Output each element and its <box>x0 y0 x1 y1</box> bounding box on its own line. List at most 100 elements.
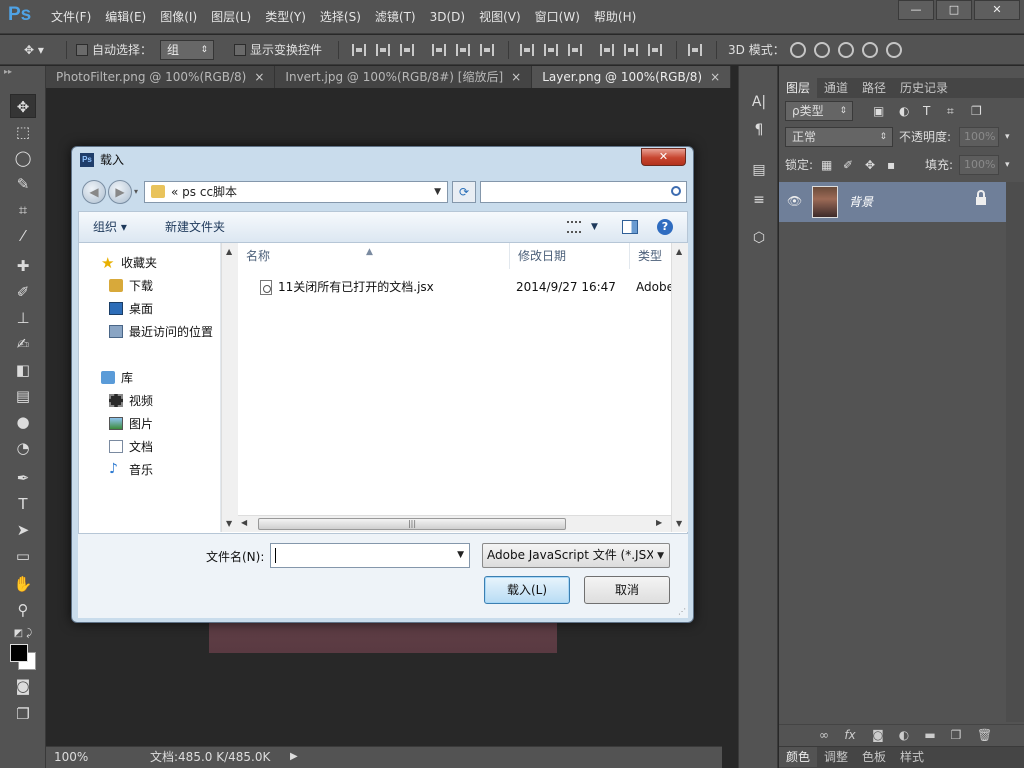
file-type-select[interactable]: Adobe JavaScript 文件 (*.JSX ▼ <box>482 543 670 568</box>
column-header-name[interactable]: 名称 ▲ <box>238 243 510 269</box>
menu-edit[interactable]: 编辑(E) <box>98 0 153 34</box>
3d-rotate-icon[interactable] <box>790 42 806 58</box>
screen-mode-icon[interactable]: ❐ <box>10 702 36 726</box>
quick-mask-icon[interactable]: ◙ <box>10 674 36 698</box>
refresh-button[interactable]: ⟳ <box>452 181 476 203</box>
nav-item-documents[interactable]: 文档 <box>109 437 153 457</box>
menu-file[interactable]: 文件(F) <box>44 0 98 34</box>
visibility-eye-icon[interactable]: 👁 <box>787 194 802 208</box>
layer-filter-kind-select[interactable]: ρ类型 ⇕ <box>785 101 853 121</box>
menu-help[interactable]: 帮助(H) <box>587 0 643 34</box>
filter-type-icon[interactable]: T <box>923 98 930 124</box>
align-vcenter-icon[interactable] <box>376 44 390 56</box>
scroll-down-icon[interactable]: ▼ <box>676 519 682 528</box>
nav-item-libraries[interactable]: 库 <box>101 368 133 388</box>
eyedropper-tool-icon[interactable]: ⁄ <box>10 224 36 248</box>
3d-slide-icon[interactable] <box>862 42 878 58</box>
search-input[interactable] <box>480 181 687 203</box>
tab-photofilter[interactable]: PhotoFilter.png @ 100%(RGB/8) × <box>46 66 276 88</box>
load-button[interactable]: 载入(L) <box>484 576 570 604</box>
adjustment-icon[interactable]: ◐ <box>897 728 911 742</box>
move-tool-icon[interactable]: ✥ <box>10 94 36 118</box>
menu-3d[interactable]: 3D(D) <box>423 0 472 34</box>
auto-align-icon[interactable] <box>688 44 702 56</box>
address-bar[interactable]: « ps cc脚本 ▼ <box>144 181 448 203</box>
cancel-button[interactable]: 取消 <box>584 576 670 604</box>
healing-brush-tool-icon[interactable]: ✚ <box>10 254 36 278</box>
file-row[interactable]: 11关闭所有已打开的文档.jsx 2014/9/27 16:47 Adobe <box>238 276 671 298</box>
file-list-horizontal-scrollbar[interactable]: ◀ ||| ▶ <box>238 515 671 532</box>
scroll-up-icon[interactable]: ▲ <box>676 247 682 256</box>
maximize-button[interactable]: □ <box>936 0 972 20</box>
column-header-modified[interactable]: 修改日期 <box>510 243 630 269</box>
align-top-icon[interactable] <box>352 44 366 56</box>
zoom-tool-icon[interactable]: ⚲ <box>10 598 36 622</box>
tab-styles[interactable]: 样式 <box>893 747 931 767</box>
scroll-down-icon[interactable]: ▼ <box>226 519 232 528</box>
search-icon[interactable] <box>671 186 681 196</box>
back-button[interactable]: ◀ <box>82 180 106 204</box>
file-list-scrollbar[interactable]: ▲ ▼ <box>671 243 688 532</box>
blend-mode-select[interactable]: 正常 ⇕ <box>785 127 893 147</box>
nav-item-desktop[interactable]: 桌面 <box>109 299 153 319</box>
nav-item-recent[interactable]: 最近访问的位置 <box>109 322 213 342</box>
lasso-tool-icon[interactable]: ◯ <box>10 146 36 170</box>
view-dropdown-icon[interactable]: ▼ <box>591 212 598 242</box>
preview-pane-icon[interactable] <box>622 220 638 234</box>
link-icon[interactable]: ∞ <box>817 728 831 742</box>
auto-select-checkbox[interactable]: 自动选择： <box>76 35 152 65</box>
recent-locations-dropdown-icon[interactable]: ▾ <box>134 187 138 196</box>
tab-invert[interactable]: Invert.jpg @ 100%(RGB/8#) [缩放后] × <box>275 66 533 88</box>
menu-filter[interactable]: 滤镜(T) <box>368 0 423 34</box>
lock-image-icon[interactable]: ✐ <box>843 152 853 178</box>
close-window-button[interactable]: ✕ <box>974 0 1020 20</box>
menu-view[interactable]: 视图(V) <box>472 0 528 34</box>
forward-button[interactable]: ▶ <box>108 180 132 204</box>
character-panel-icon[interactable]: A| <box>749 92 769 112</box>
resize-grip-icon[interactable]: ⋰ <box>678 607 686 616</box>
lock-position-icon[interactable]: ✥ <box>865 152 875 178</box>
layer-name[interactable]: 背景 <box>849 182 873 222</box>
marquee-tool-icon[interactable]: ⬚ <box>10 120 36 144</box>
filename-input[interactable]: ▼ <box>270 543 470 568</box>
tab-close-icon[interactable]: × <box>710 70 720 84</box>
distribute-bottom-icon[interactable] <box>568 44 582 56</box>
menu-type[interactable]: 类型(Y) <box>258 0 313 34</box>
distribute-vcenter-icon[interactable] <box>544 44 558 56</box>
opacity-dropdown-icon[interactable]: ▾ <box>1005 124 1010 150</box>
3d-roll-icon[interactable] <box>814 42 830 58</box>
trash-icon[interactable]: 🗑 <box>977 728 992 742</box>
address-dropdown-icon[interactable]: ▼ <box>434 182 441 202</box>
mask-icon[interactable]: ◙ <box>871 728 885 742</box>
scroll-up-icon[interactable]: ▲ <box>226 247 232 256</box>
tab-layer[interactable]: Layer.png @ 100%(RGB/8) × <box>532 66 732 88</box>
view-options-icon[interactable] <box>567 221 581 233</box>
menu-image[interactable]: 图像(I) <box>153 0 204 34</box>
show-transform-checkbox[interactable]: 显示变换控件 <box>234 35 322 65</box>
notes-panel-icon[interactable]: ▤ <box>749 160 769 180</box>
nav-item-downloads[interactable]: 下载 <box>109 276 153 296</box>
filename-dropdown-icon[interactable]: ▼ <box>457 550 464 560</box>
new-folder-button[interactable]: 新建文件夹 <box>165 212 225 242</box>
dodge-tool-icon[interactable]: ◔ <box>10 436 36 460</box>
layer-row-background[interactable]: 👁 背景 <box>779 182 1006 222</box>
align-bottom-icon[interactable] <box>400 44 414 56</box>
layers-scrollbar[interactable] <box>1006 182 1024 722</box>
help-icon[interactable]: ? <box>657 219 673 235</box>
align-left-icon[interactable] <box>432 44 446 56</box>
dialog-close-button[interactable]: ✕ <box>641 148 686 166</box>
fx-icon[interactable]: fx <box>843 728 857 742</box>
new-layer-icon[interactable]: ❐ <box>949 728 963 742</box>
tab-paths[interactable]: 路径 <box>855 78 893 98</box>
stamp-tool-icon[interactable]: ⊥ <box>10 306 36 330</box>
distribute-left-icon[interactable] <box>600 44 614 56</box>
paragraph-panel-icon[interactable]: ¶ <box>749 120 769 140</box>
group-icon[interactable]: ▬ <box>923 728 937 742</box>
fill-dropdown-icon[interactable]: ▾ <box>1005 152 1010 178</box>
distribute-right-icon[interactable] <box>648 44 662 56</box>
filter-shape-icon[interactable]: ⌗ <box>947 98 954 124</box>
scrollbar-thumb[interactable]: ||| <box>258 518 566 530</box>
pen-tool-icon[interactable]: ✒ <box>10 466 36 490</box>
eraser-tool-icon[interactable]: ◧ <box>10 358 36 382</box>
panel-grip-icon[interactable]: ▸▸ <box>0 66 45 78</box>
